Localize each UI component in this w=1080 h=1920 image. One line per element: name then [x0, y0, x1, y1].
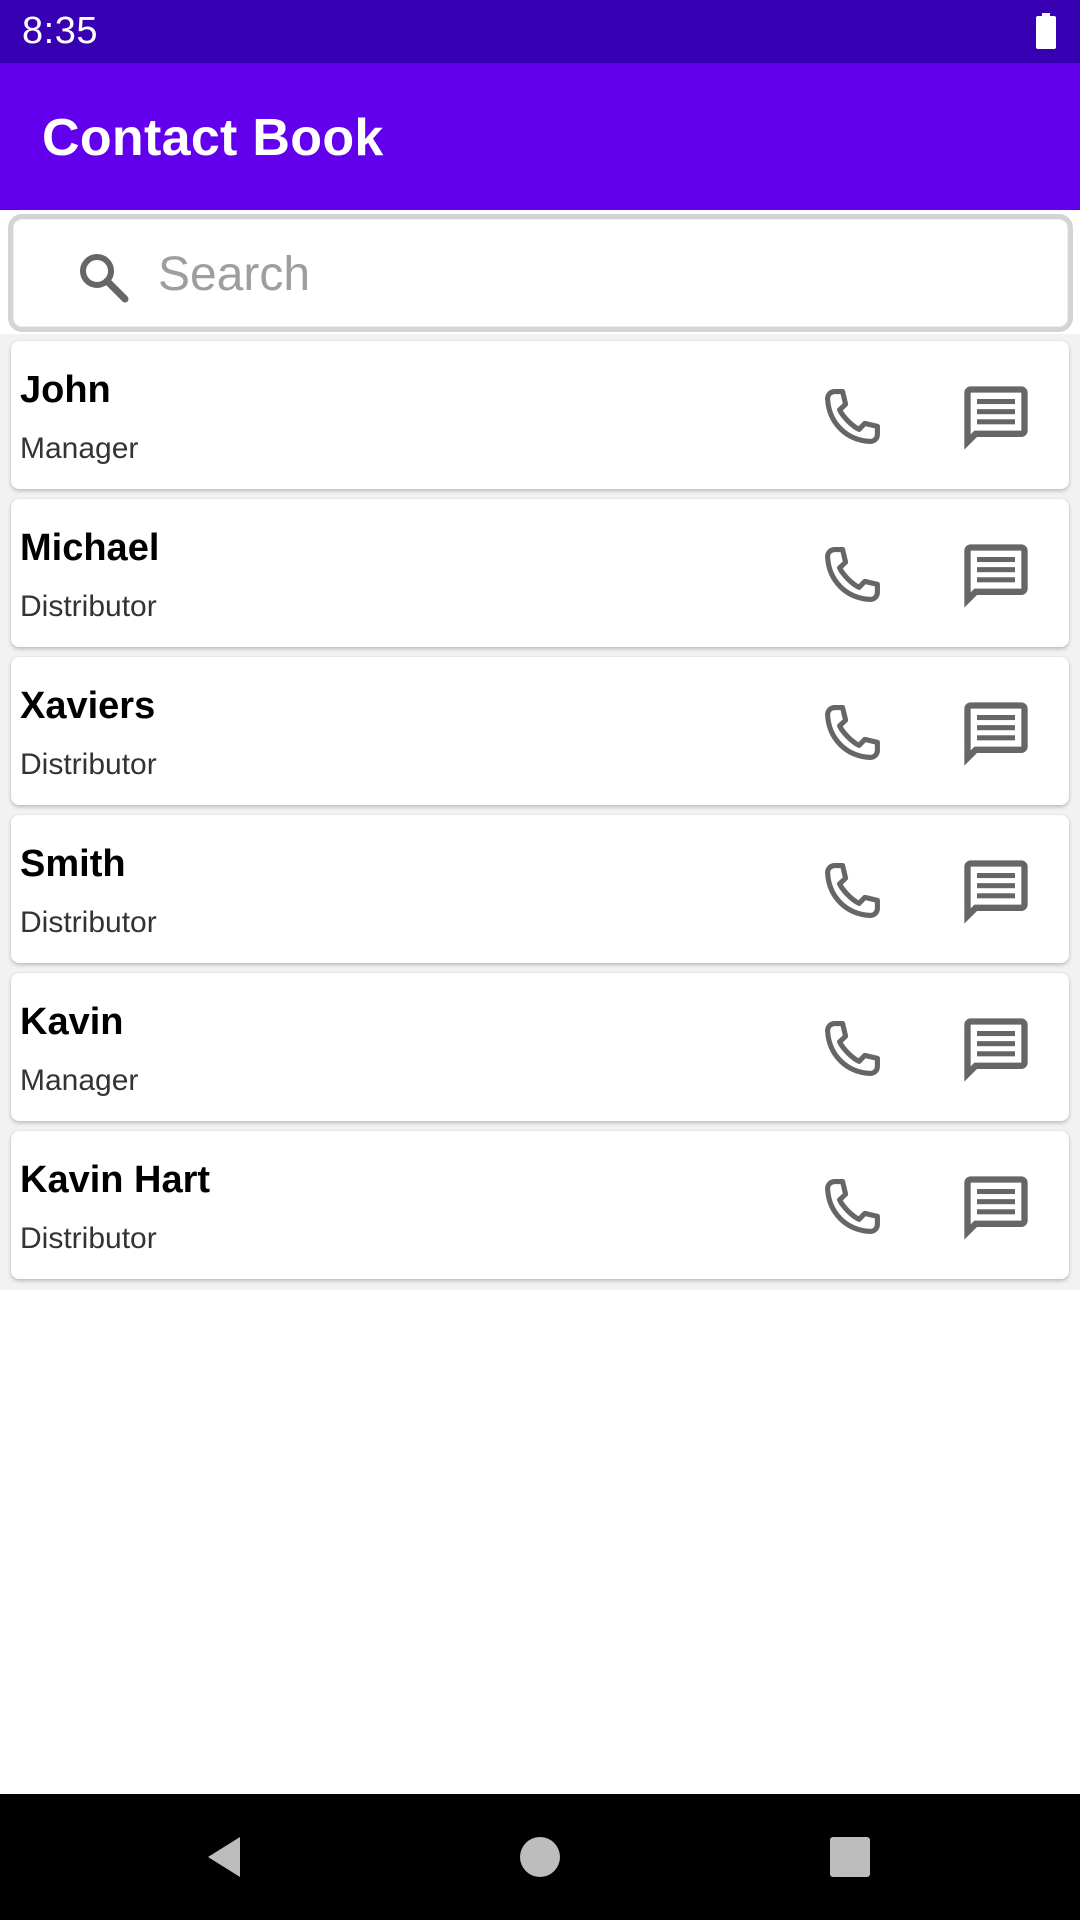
back-button[interactable] [190, 1822, 260, 1892]
back-triangle-icon [208, 1837, 240, 1877]
message-button[interactable] [951, 373, 1041, 463]
call-button[interactable] [806, 373, 896, 463]
search-input[interactable] [158, 239, 1038, 309]
search-icon [80, 254, 129, 303]
contact-role: Distributor [20, 748, 157, 781]
search-box[interactable] [8, 214, 1073, 332]
message-button[interactable] [951, 531, 1041, 621]
message-icon [964, 860, 1028, 924]
phone-icon [825, 547, 880, 602]
contact-role: Manager [20, 432, 139, 465]
message-icon [964, 1018, 1028, 1082]
status-time: 8:35 [22, 10, 98, 52]
message-button[interactable] [951, 847, 1041, 937]
navigation-bar [0, 1794, 1080, 1920]
contact-list: John Manager Michael Distributor Xaviers Dist… [0, 334, 1080, 1290]
recents-button[interactable] [815, 1822, 885, 1892]
battery-full-icon [1036, 13, 1056, 49]
phone-icon [825, 1179, 880, 1234]
message-icon [964, 702, 1028, 766]
home-circle-icon [520, 1837, 560, 1877]
message-button[interactable] [951, 1005, 1041, 1095]
contact-name: Kavin [20, 1001, 124, 1043]
phone-icon [825, 389, 880, 444]
contact-name: Kavin Hart [20, 1159, 211, 1201]
recents-square-icon [830, 1837, 870, 1877]
contact-card[interactable]: Kavin Hart Distributor [11, 1131, 1069, 1279]
contact-role: Distributor [20, 1222, 157, 1255]
message-icon [964, 1176, 1028, 1240]
contact-role: Manager [20, 1064, 139, 1097]
contact-card[interactable]: Kavin Manager [11, 973, 1069, 1121]
contact-role: Distributor [20, 906, 157, 939]
contact-name: John [20, 369, 111, 411]
message-icon [964, 386, 1028, 450]
message-button[interactable] [951, 1163, 1041, 1253]
phone-icon [825, 863, 880, 918]
contact-name: Xaviers [20, 685, 156, 727]
call-button[interactable] [806, 847, 896, 937]
page-title: Contact Book [42, 109, 384, 167]
status-bar: 8:35 [0, 0, 1080, 63]
message-icon [964, 544, 1028, 608]
call-button[interactable] [806, 1163, 896, 1253]
app-bar: Contact Book [0, 63, 1080, 210]
contact-card[interactable]: John Manager [11, 341, 1069, 489]
contact-card[interactable]: Smith Distributor [11, 815, 1069, 963]
contact-name: Michael [20, 527, 160, 569]
contact-name: Smith [20, 843, 126, 885]
phone-icon [825, 1021, 880, 1076]
contact-card[interactable]: Michael Distributor [11, 499, 1069, 647]
contact-role: Distributor [20, 590, 157, 623]
call-button[interactable] [806, 1005, 896, 1095]
contact-card[interactable]: Xaviers Distributor [11, 657, 1069, 805]
message-button[interactable] [951, 689, 1041, 779]
call-button[interactable] [806, 689, 896, 779]
home-button[interactable] [505, 1822, 575, 1892]
call-button[interactable] [806, 531, 896, 621]
phone-icon [825, 705, 880, 760]
